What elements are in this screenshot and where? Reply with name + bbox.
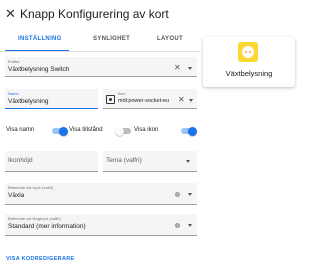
theme-select[interactable]: Tema (valfri) — [103, 151, 197, 172]
close-icon[interactable]: ✕ — [5, 7, 17, 20]
clear-icon[interactable]: ✕ — [178, 96, 185, 104]
dialog-title: Knapp Konfigurering av kort — [20, 7, 169, 21]
show-state-label: Visa tillstånd — [69, 127, 103, 133]
power-socket-icon — [106, 95, 115, 104]
help-icon[interactable]: ? — [175, 223, 180, 228]
show-code-editor-link[interactable]: VISA KODREDIGERARE — [6, 256, 74, 262]
preview-card[interactable]: Växtbelysning — [203, 37, 295, 87]
toggle-knob — [115, 126, 124, 136]
name-field-value: Växtbelysning — [8, 98, 49, 105]
show-icon-label: Visa ikon — [134, 127, 159, 133]
tap-action-value: Växla — [8, 192, 25, 199]
entity-field-value: Växtbelysning Switch — [8, 66, 70, 73]
entity-field[interactable]: Entitet Växtbelysning Switch ✕ — [5, 57, 197, 77]
icon-field[interactable]: Ikon mdi:power-socket-eu ✕ — [103, 89, 197, 109]
chevron-down-icon[interactable] — [189, 99, 193, 102]
tap-action-select[interactable]: Beteende vid tryck (valfri) Växla ? — [5, 183, 197, 205]
show-state-toggle[interactable] — [115, 126, 131, 136]
dialog-header: ✕ Knapp Konfigurering av kort — [0, 0, 300, 30]
name-field[interactable]: Namn Växtbelysning — [5, 89, 98, 109]
help-icon[interactable]: ? — [175, 192, 180, 197]
icon-field-value: mdi:power-socket-eu — [118, 98, 170, 104]
tab-bar: INSTÄLLNING SYNLIGHET LAYOUT — [0, 36, 200, 50]
chevron-down-icon[interactable] — [188, 224, 192, 227]
show-icon-toggle[interactable] — [181, 126, 197, 136]
clear-icon[interactable]: ✕ — [174, 64, 181, 72]
tabs-divider — [0, 51, 200, 52]
tap-action-label: Beteende vid tryck (valfri) — [8, 185, 54, 190]
icon-field-label: Ikon — [118, 91, 126, 96]
socket-hole — [245, 51, 247, 53]
socket-hole — [249, 51, 251, 53]
chevron-down-icon[interactable] — [188, 193, 192, 196]
show-name-toggle[interactable] — [52, 126, 68, 136]
show-name-label: Visa namn — [6, 127, 35, 133]
tab-visibility[interactable]: SYNLIGHET — [93, 36, 130, 42]
theme-placeholder: Tema (valfri) — [106, 157, 142, 164]
tab-layout[interactable]: LAYOUT — [157, 36, 183, 42]
hold-action-label: Beteende vid långtryck (valfri) — [8, 216, 61, 221]
entity-field-label: Entitet — [8, 59, 20, 64]
hold-action-select[interactable]: Beteende vid långtryck (valfri) Standard… — [5, 214, 197, 236]
name-field-label: Namn — [8, 91, 19, 96]
icon-height-placeholder: Ikonhöjd — [8, 157, 33, 164]
toggle-knob — [59, 126, 68, 136]
chevron-down-icon[interactable] — [186, 160, 190, 163]
power-socket-icon — [238, 42, 258, 62]
icon-height-field[interactable]: Ikonhöjd — [5, 151, 98, 172]
chevron-down-icon[interactable] — [188, 67, 192, 70]
socket-face — [241, 45, 255, 59]
toggle-knob — [188, 126, 197, 136]
preview-card-label: Växtbelysning — [225, 69, 273, 78]
tab-settings[interactable]: INSTÄLLNING — [18, 36, 62, 42]
hold-action-value: Standard (mer information) — [8, 223, 86, 230]
